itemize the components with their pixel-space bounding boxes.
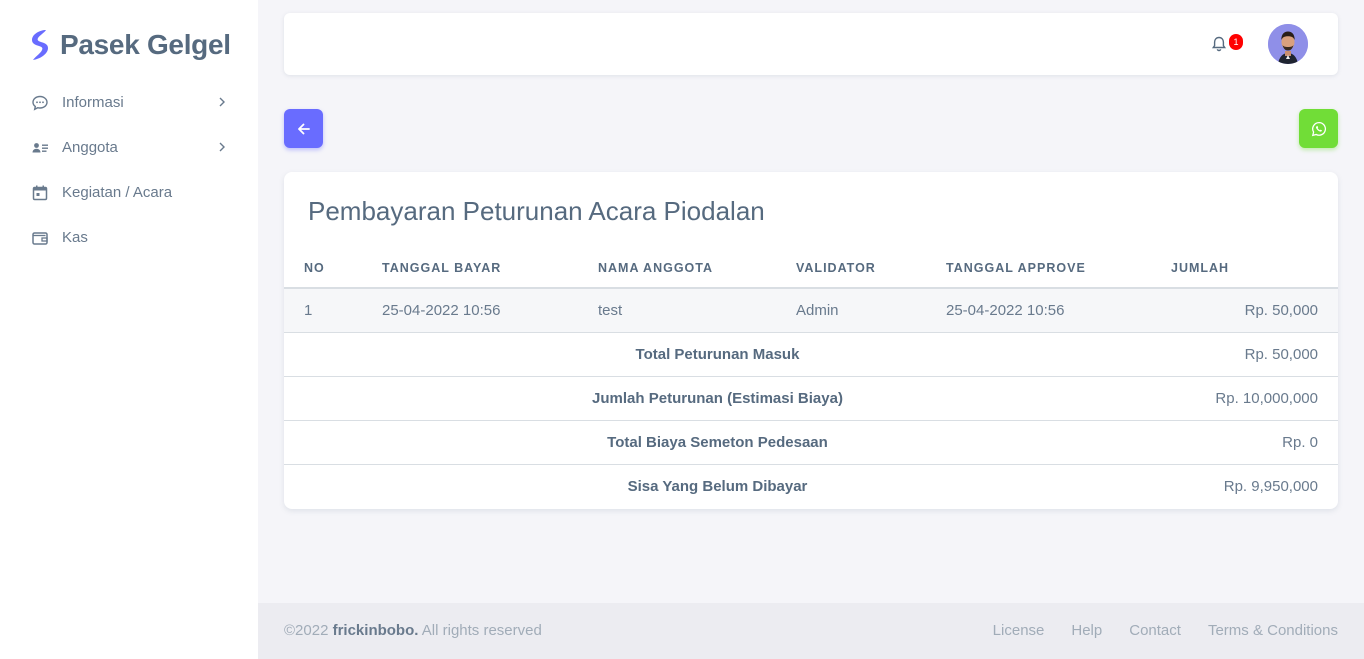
sidebar: Pasek Gelgel Informasi Anggota Kegiatan …	[0, 0, 258, 659]
notification-badge: 1	[1229, 34, 1243, 50]
sidebar-item-label: Informasi	[62, 94, 124, 111]
column-header-nama-anggota: NAMA ANGGOTA	[598, 260, 713, 275]
brand-name: Pasek Gelgel	[60, 29, 231, 60]
user-list-icon	[30, 138, 50, 158]
arrow-left-icon	[297, 123, 310, 134]
summary-row-total-masuk: Total Peturunan Masuk Rp. 50,000	[284, 331, 1338, 376]
whatsapp-button[interactable]	[1299, 109, 1338, 148]
payment-card: Pembayaran Peturunan Acara Piodalan NO T…	[284, 172, 1338, 509]
footer-link-terms[interactable]: Terms & Conditions	[1208, 622, 1338, 639]
cell-nama-anggota: test	[578, 287, 776, 333]
summary-value: Rp. 50,000	[1151, 331, 1338, 376]
sidebar-menu: Informasi Anggota Kegiatan / Acara Kas	[16, 80, 242, 260]
copyright-suffix: All rights reserved	[418, 622, 542, 639]
summary-value: Rp. 9,950,000	[1151, 463, 1338, 508]
wallet-icon	[30, 228, 50, 248]
footer-link-contact[interactable]: Contact	[1129, 622, 1181, 639]
footer-link-help[interactable]: Help	[1071, 622, 1102, 639]
summary-value: Rp. 0	[1151, 419, 1338, 464]
column-header-no: NO	[304, 260, 325, 275]
sidebar-item-label: Kegiatan / Acara	[62, 184, 173, 201]
brand[interactable]: Pasek Gelgel	[28, 28, 231, 62]
cell-tanggal-approve: 25-04-2022 10:56	[926, 287, 1151, 333]
chevron-right-icon	[219, 97, 225, 107]
table-header-row: NO TANGGAL BAYAR NAMA ANGGOTA VALIDATOR …	[284, 248, 1338, 288]
bell-icon[interactable]	[1210, 35, 1228, 53]
sidebar-item-anggota[interactable]: Anggota	[16, 125, 242, 170]
summary-value: Rp. 10,000,000	[1151, 375, 1338, 420]
chevron-right-icon	[219, 142, 225, 152]
top-navbar: 1	[284, 13, 1338, 75]
cell-jumlah: Rp. 50,000	[1151, 287, 1338, 333]
sidebar-item-kas[interactable]: Kas	[16, 215, 242, 260]
summary-row-sisa: Sisa Yang Belum Dibayar Rp. 9,950,000	[284, 463, 1338, 508]
payment-table: NO TANGGAL BAYAR NAMA ANGGOTA VALIDATOR …	[284, 248, 1338, 508]
cell-no: 1	[284, 287, 362, 333]
back-button[interactable]	[284, 109, 323, 148]
footer-link-license[interactable]: License	[993, 622, 1045, 639]
summary-label: Sisa Yang Belum Dibayar	[284, 463, 1151, 508]
copyright-name[interactable]: frickinbobo.	[333, 622, 419, 639]
copyright: ©2022 frickinbobo. All rights reserved	[284, 622, 542, 639]
summary-row-biaya-semeton: Total Biaya Semeton Pedesaan Rp. 0	[284, 419, 1338, 464]
summary-label: Total Peturunan Masuk	[284, 331, 1151, 376]
footer: ©2022 frickinbobo. All rights reserved L…	[258, 603, 1364, 659]
column-header-tanggal-bayar: TANGGAL BAYAR	[382, 260, 502, 275]
cell-tanggal-bayar: 25-04-2022 10:56	[362, 287, 578, 333]
chat-bubble-icon	[30, 93, 50, 113]
column-header-jumlah: JUMLAH	[1171, 260, 1230, 275]
cell-validator: Admin	[776, 287, 926, 333]
sidebar-item-informasi[interactable]: Informasi	[16, 80, 242, 125]
summary-row-estimasi-biaya: Jumlah Peturunan (Estimasi Biaya) Rp. 10…	[284, 375, 1338, 420]
summary-label: Jumlah Peturunan (Estimasi Biaya)	[284, 375, 1151, 420]
table-row[interactable]: 1 25-04-2022 10:56 test Admin 25-04-2022…	[284, 287, 1338, 333]
summary-label: Total Biaya Semeton Pedesaan	[284, 419, 1151, 464]
card-title: Pembayaran Peturunan Acara Piodalan	[308, 196, 765, 226]
sidebar-item-label: Anggota	[62, 139, 118, 156]
column-header-tanggal-approve: TANGGAL APPROVE	[946, 260, 1086, 275]
calendar-icon	[30, 183, 50, 203]
sidebar-item-kegiatan[interactable]: Kegiatan / Acara	[16, 170, 242, 215]
user-avatar[interactable]	[1268, 24, 1308, 64]
brand-logo-icon	[32, 30, 48, 60]
column-header-validator: VALIDATOR	[796, 260, 876, 275]
sidebar-item-label: Kas	[62, 229, 88, 246]
whatsapp-icon	[1311, 121, 1326, 136]
copyright-prefix: ©2022	[284, 622, 333, 639]
footer-links: License Help Contact Terms & Conditions	[993, 622, 1338, 639]
